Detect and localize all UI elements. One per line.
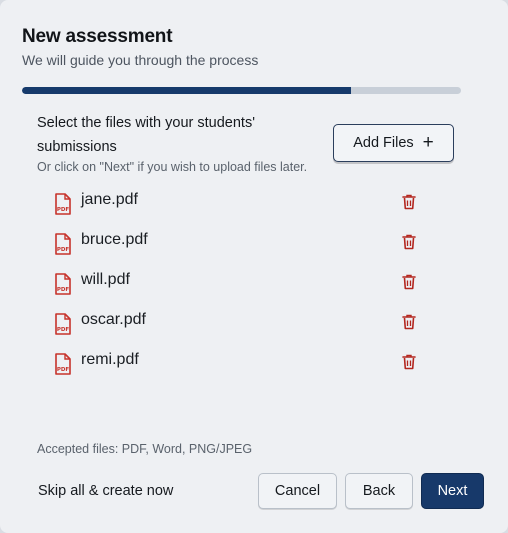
trash-icon[interactable]: [402, 274, 416, 290]
file-name: jane.pdf: [81, 191, 138, 208]
add-files-label: Add Files: [353, 135, 414, 151]
pdf-icon: PDF: [55, 273, 71, 295]
progress-bar: [22, 87, 461, 94]
file-row: PDF oscar.pdf: [52, 308, 432, 348]
progress-bar-fill: [22, 87, 352, 94]
next-button[interactable]: Next: [421, 473, 484, 509]
pdf-icon: PDF: [55, 313, 71, 335]
pdf-icon: PDF: [55, 193, 71, 215]
svg-text:PDF: PDF: [57, 207, 70, 213]
file-name: bruce.pdf: [81, 231, 148, 248]
upload-instruction: Select the files with your students' sub…: [37, 115, 255, 155]
plus-icon: +: [422, 131, 434, 153]
trash-icon[interactable]: [402, 354, 416, 370]
file-row: PDF remi.pdf: [52, 348, 432, 388]
file-row: PDF will.pdf: [52, 268, 432, 308]
file-row: PDF jane.pdf: [52, 188, 432, 228]
accepted-files-note: Accepted files: PDF, Word, PNG/JPEG: [37, 442, 253, 456]
pdf-icon: PDF: [55, 233, 71, 255]
file-name: oscar.pdf: [81, 311, 146, 328]
skip-all-create-now-link[interactable]: Skip all & create now: [38, 483, 173, 499]
trash-icon[interactable]: [402, 314, 416, 330]
pdf-icon: PDF: [55, 353, 71, 375]
add-files-button[interactable]: Add Files +: [333, 124, 454, 162]
dialog-title: New assessment: [22, 26, 173, 47]
file-name: remi.pdf: [81, 351, 139, 368]
file-name: will.pdf: [81, 271, 130, 288]
file-list: PDF jane.pdf PDF bruce.pdf PDF will.pdf PDF osc…: [52, 188, 432, 388]
back-button[interactable]: Back: [345, 473, 413, 509]
trash-icon[interactable]: [402, 234, 416, 250]
new-assessment-dialog: New assessment We will guide you through…: [0, 0, 508, 533]
svg-text:PDF: PDF: [57, 327, 70, 333]
svg-text:PDF: PDF: [57, 247, 70, 253]
dialog-subtitle: We will guide you through the process: [22, 52, 259, 68]
file-row: PDF bruce.pdf: [52, 228, 432, 268]
svg-text:PDF: PDF: [57, 287, 70, 293]
upload-hint: Or click on "Next" if you wish to upload…: [37, 160, 308, 174]
cancel-button[interactable]: Cancel: [258, 473, 337, 509]
svg-text:PDF: PDF: [57, 367, 70, 373]
trash-icon[interactable]: [402, 194, 416, 210]
